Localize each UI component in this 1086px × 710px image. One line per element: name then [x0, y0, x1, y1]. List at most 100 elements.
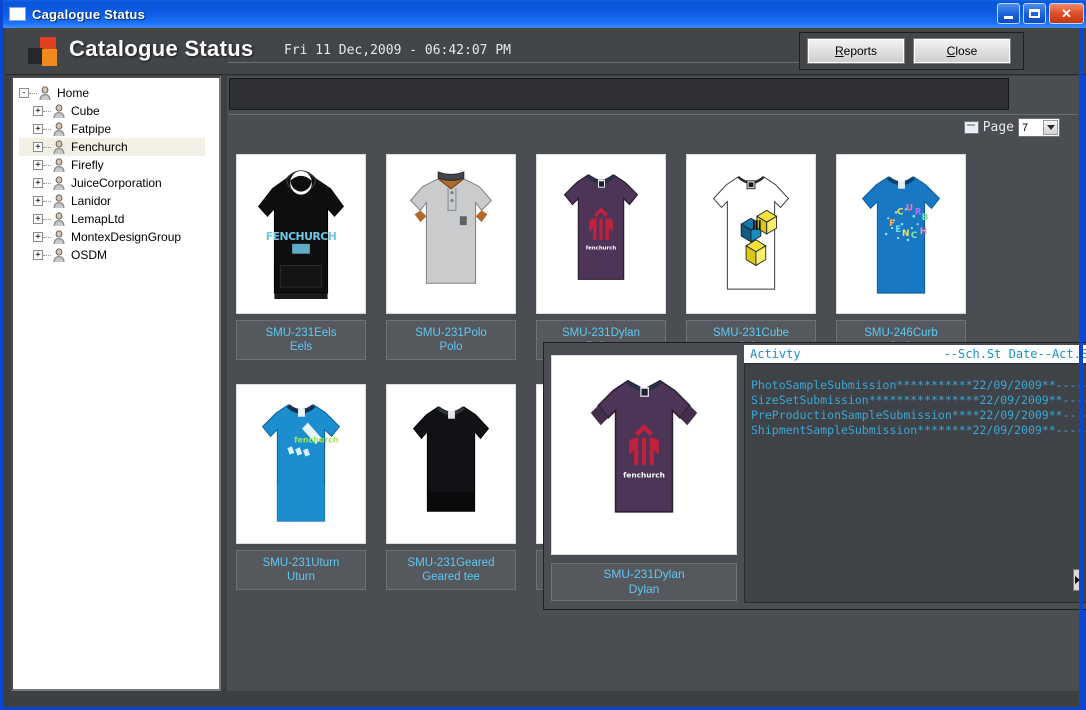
catalogue-card[interactable]: SMU-231GearedGeared tee	[386, 384, 516, 590]
card-caption[interactable]: SMU-231GearedGeared tee	[386, 550, 516, 590]
tree-node-fatpipe[interactable]: + Fatpipe	[19, 120, 219, 138]
tree-node-home[interactable]: - Home	[19, 84, 219, 102]
svg-text:E: E	[895, 225, 901, 235]
activity-row: ShipmentSampleSubmission********22/09/20…	[751, 423, 1086, 438]
card-name: Polo	[439, 340, 462, 354]
tee-purple-art: fenchurch	[537, 155, 665, 313]
card-thumbnail[interactable]: CURBFENCH	[836, 154, 966, 314]
tree-connector	[43, 237, 51, 238]
activity-rows[interactable]: PhotoSampleSubmission***********22/09/20…	[744, 363, 1086, 603]
tree-expander-firefly[interactable]: +	[33, 160, 43, 170]
catalogue-card[interactable]: SMU-231CubeCube	[686, 154, 816, 360]
card-thumbnail[interactable]	[386, 384, 516, 544]
reports-accel: R	[835, 44, 844, 58]
tree-connector	[43, 255, 51, 256]
close-dialog-button[interactable]: Close	[914, 39, 1010, 63]
main-content-area: Page 7 FENCHURCH SMU-231EelsEels SMU-231Po…	[227, 76, 1082, 691]
card-code: SMU-231Polo	[415, 326, 487, 340]
tree-expander-juicecorporation[interactable]: +	[33, 178, 43, 188]
window-title: Cagalogue Status	[32, 7, 145, 22]
page-toolbar: Page 7	[229, 114, 1078, 142]
card-thumbnail[interactable]	[386, 154, 516, 314]
tree-node-firefly[interactable]: + Firefly	[19, 156, 219, 174]
svg-text:fenchurch: fenchurch	[294, 435, 338, 444]
page-selector[interactable]: Page 7	[964, 118, 1060, 137]
tree-connector	[29, 93, 37, 94]
tree-label-lanidor: Lanidor	[70, 194, 111, 208]
tree-expander-montexdesigngroup[interactable]: +	[33, 232, 43, 242]
catalogue-card[interactable]: FENCHURCH SMU-231EelsEels	[236, 154, 366, 360]
chevron-down-icon[interactable]	[1043, 120, 1058, 135]
minimize-icon	[1004, 16, 1013, 19]
window-title-bar[interactable]: Cagalogue Status ✕	[3, 0, 1086, 28]
tree-expander-fatpipe[interactable]: +	[33, 124, 43, 134]
tree-expander-cube[interactable]: +	[33, 106, 43, 116]
person-icon	[51, 193, 67, 209]
tree-node-juicecorporation[interactable]: +JuiceCorporation	[19, 174, 219, 192]
close-label-rest: lose	[955, 44, 977, 58]
card-caption[interactable]: SMU-231PoloPolo	[386, 320, 516, 360]
tree-node-lanidor[interactable]: + Lanidor	[19, 192, 219, 210]
reports-label-rest: eports	[844, 44, 877, 58]
detail-name: Dylan	[629, 582, 660, 597]
tree-label-fatpipe: Fatpipe	[70, 122, 111, 136]
card-thumbnail[interactable]: FENCHURCH	[236, 154, 366, 314]
tree-node-lemapltd[interactable]: + LemapLtd	[19, 210, 219, 228]
person-icon	[51, 157, 67, 173]
maximize-button[interactable]	[1023, 3, 1046, 24]
datetime-display: Fri 11 Dec,2009 - 06:42:07 PM	[284, 43, 511, 58]
activity-row: PhotoSampleSubmission***********22/09/20…	[751, 378, 1086, 393]
tree-connector	[43, 183, 51, 184]
tree-expander-fenchurch[interactable]: +	[33, 142, 43, 152]
catalogue-card[interactable]: fenchurchSMU-231DylanDylan	[536, 154, 666, 360]
activity-row: PreProductionSampleSubmission****22/09/2…	[751, 408, 1086, 423]
reports-button[interactable]: Reports	[808, 39, 904, 63]
person-icon	[51, 103, 67, 119]
svg-text:fenchurch: fenchurch	[586, 246, 617, 252]
card-thumbnail[interactable]	[686, 154, 816, 314]
catalogue-card[interactable]: CURBFENCHSMU-246CurbCurb	[836, 154, 966, 360]
minimize-button[interactable]	[997, 3, 1020, 24]
tree-expander-lemapltd[interactable]: +	[33, 214, 43, 224]
detail-popup: fenchurch SMU-231Dylan Dylan Activty --S…	[543, 342, 1086, 610]
tee-blue-fenchurch-art: fenchurch	[237, 385, 365, 543]
header-button-panel: Reports Close	[799, 32, 1024, 70]
tree-connector	[43, 219, 51, 220]
activity-header-left: Activty	[744, 347, 801, 361]
close-button[interactable]: ✕	[1049, 3, 1084, 24]
person-icon	[37, 85, 53, 101]
tree-label-cube: Cube	[70, 104, 100, 118]
company-tree-panel[interactable]: - Home + Cube + Fatpipe + Fenchurch + Firefly +J…	[11, 76, 221, 691]
card-name: Eels	[290, 340, 312, 354]
tree-expander-lanidor[interactable]: +	[33, 196, 43, 206]
tree-label-lemapltd: LemapLtd	[70, 212, 124, 226]
page-title: Catalogue Status	[69, 36, 254, 62]
tree-node-fenchurch[interactable]: + Fenchurch	[19, 138, 205, 156]
card-thumbnail[interactable]: fenchurch	[236, 384, 366, 544]
svg-text:fenchurch: fenchurch	[623, 470, 665, 479]
card-thumbnail[interactable]: fenchurch	[536, 154, 666, 314]
card-code: SMU-231Cube	[713, 326, 789, 340]
page-dropdown[interactable]: 7	[1018, 118, 1060, 137]
activity-panel: Activty --Sch.St Date--Act.St Date -- Du…	[744, 343, 1086, 611]
tree-node-montexdesigngroup[interactable]: +MontexDesignGroup	[19, 228, 219, 246]
polo-grey-art	[387, 155, 515, 313]
page-label: Page	[983, 120, 1014, 135]
app-logo-icon	[28, 37, 62, 67]
svg-text:C: C	[897, 207, 904, 217]
detail-thumbnail[interactable]: fenchurch	[551, 355, 737, 555]
tree-expander-osdm[interactable]: +	[33, 250, 43, 260]
activity-header-right: --Sch.St Date--Act.St Date -- Due	[944, 347, 1086, 361]
catalogue-card[interactable]: SMU-231PoloPolo	[386, 154, 516, 360]
tree-expander-home[interactable]: -	[19, 88, 29, 98]
catalogue-card[interactable]: fenchurch SMU-231UturnUturn	[236, 384, 366, 590]
card-caption[interactable]: SMU-231EelsEels	[236, 320, 366, 360]
card-code: SMU-231Eels	[266, 326, 337, 340]
tree-connector	[43, 147, 51, 148]
card-caption[interactable]: SMU-231UturnUturn	[236, 550, 366, 590]
tree-node-osdm[interactable]: +OSDM	[19, 246, 219, 264]
tree-node-cube[interactable]: + Cube	[19, 102, 219, 120]
tree-label-fenchurch: Fenchurch	[70, 140, 128, 154]
card-code: SMU-231Geared	[408, 556, 495, 570]
tree-label-firefly: Firefly	[70, 158, 104, 172]
